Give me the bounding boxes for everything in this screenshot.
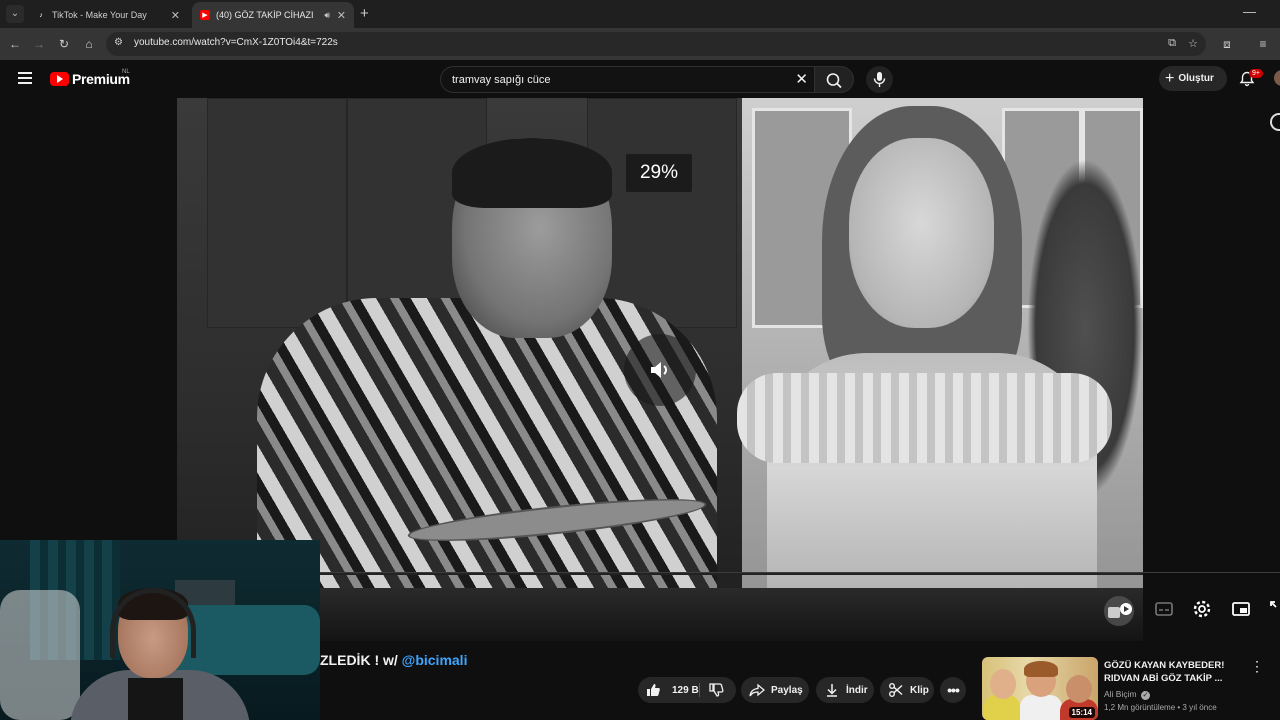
tiktok-icon: ♪ <box>39 11 43 19</box>
fullscreen-edge-icon[interactable] <box>1270 113 1280 131</box>
recommended-video-thumbnail[interactable]: 15:14 <box>982 657 1098 720</box>
volume-indicator <box>624 334 696 406</box>
clip-label: Klip <box>910 684 929 696</box>
scissors-icon <box>889 683 903 697</box>
settings-gear-icon[interactable] <box>1191 598 1213 620</box>
minimize-window-button[interactable]: — <box>1243 4 1256 19</box>
video-person-top <box>737 373 1112 463</box>
like-dislike-divider <box>699 683 700 697</box>
search-query: tramvay sapığı cüce <box>452 74 551 86</box>
dislike-button[interactable] <box>699 677 724 703</box>
youtube-premium-logo[interactable]: Premium NL <box>50 69 130 87</box>
like-dislike-group: 129 B <box>638 677 736 703</box>
menu-icon[interactable] <box>18 72 32 84</box>
channel-name: Ali Biçim <box>1104 689 1137 699</box>
search-button[interactable] <box>814 66 854 93</box>
url-text: youtube.com/watch?v=CmX-1Z0TOi4&t=722s <box>134 37 338 48</box>
divider <box>320 572 1280 573</box>
miniplayer-icon[interactable] <box>1230 598 1252 620</box>
tab-search-button[interactable]: ⌄ <box>6 5 24 23</box>
like-count: 129 B <box>672 684 699 696</box>
volume-icon <box>651 362 667 378</box>
new-tab-button[interactable]: + <box>360 5 369 23</box>
search-input[interactable]: tramvay sapığı cüce ✕ <box>440 66 814 93</box>
youtube-play-icon <box>50 72 69 86</box>
search-icon <box>826 73 842 89</box>
youtube-header: Premium NL tramvay sapığı cüce ✕ + Oluşt… <box>0 60 1280 98</box>
tab-title: (40) GÖZ TAKİP CİHAZI İLE <box>216 10 316 20</box>
youtube-favicon: ▶ <box>200 10 210 20</box>
video-person-face <box>849 138 994 328</box>
account-avatar[interactable] <box>1274 70 1280 86</box>
player-controls <box>1104 590 1280 630</box>
more-horizontal-icon: ••• <box>947 682 960 698</box>
subtitles-icon[interactable] <box>1153 598 1175 620</box>
video-title: ZLEDİK ! w/ @bicimali <box>320 652 467 668</box>
tab-title: TikTok - Make Your Day <box>52 10 147 20</box>
clip-button[interactable]: Klip <box>880 677 934 703</box>
thumbs-down-icon <box>709 683 724 697</box>
microphone-icon <box>873 72 886 87</box>
share-button[interactable]: Paylaş <box>741 677 809 703</box>
browser-tab-youtube[interactable]: ▶ (40) GÖZ TAKİP CİHAZI İLE 🔊︎ ✕ <box>192 2 354 28</box>
recommended-more-vertical-icon[interactable]: ⋮ <box>1250 659 1264 675</box>
thumbs-up-icon <box>647 684 660 696</box>
site-info-icon[interactable]: ⚙ <box>114 37 123 48</box>
browser-tab-tiktok[interactable]: ♪ TikTok - Make Your Day ✕ <box>28 2 188 28</box>
create-label: Oluştur <box>1178 73 1214 84</box>
close-tab-icon[interactable]: ✕ <box>171 9 180 22</box>
recommended-channel[interactable]: Ali Biçim ✓ <box>1104 689 1150 700</box>
bookmark-star-icon[interactable]: ☆ <box>1188 37 1198 50</box>
share-arrow-icon <box>749 683 765 697</box>
download-button[interactable]: İndir <box>816 677 874 703</box>
video-player[interactable]: 29% <box>177 98 1143 641</box>
download-icon <box>827 684 837 697</box>
home-icon[interactable]: ⌂ <box>80 35 98 53</box>
video-person-hair <box>452 138 612 208</box>
like-button[interactable]: 129 B <box>638 677 699 703</box>
video-duration: 15:14 <box>1068 707 1095 718</box>
country-code: NL <box>122 69 130 75</box>
more-actions-button[interactable]: ••• <box>940 677 966 703</box>
autoplay-toggle-icon[interactable] <box>1102 594 1136 628</box>
upload-age: 3 yıl önce <box>1182 703 1217 712</box>
share-label: Paylaş <box>771 684 803 696</box>
download-label: İndir <box>846 684 868 696</box>
media-control-icon[interactable]: ≡ <box>1254 35 1272 53</box>
create-button[interactable]: + Oluştur <box>1159 66 1227 91</box>
plus-icon: + <box>1165 69 1175 87</box>
voice-search-button[interactable] <box>866 66 893 93</box>
view-count: 1,2 Mn görüntüleme <box>1104 703 1176 712</box>
extensions-icon[interactable]: ⧈ <box>1218 35 1236 53</box>
clear-search-icon[interactable]: ✕ <box>795 70 808 88</box>
theater-mode-icon[interactable] <box>1268 598 1280 620</box>
close-tab-icon[interactable]: ✕ <box>337 9 346 22</box>
forward-arrow-icon[interactable]: → <box>30 35 48 53</box>
browser-tab-bar: ⌄ ♪ TikTok - Make Your Day ✕ ▶ (40) GÖZ … <box>0 0 1280 28</box>
video-table <box>177 588 1143 641</box>
address-bar[interactable]: ⚙ youtube.com/watch?v=CmX-1Z0TOi4&t=722s… <box>106 32 1206 56</box>
recommended-video-title[interactable]: GÖZÜ KAYAN KAYBEDER! RIDVAN ABİ GÖZ TAKİ… <box>1104 659 1234 685</box>
browser-toolbar: ← → ↻ ⌂ ⚙ youtube.com/watch?v=CmX-1Z0TOi… <box>0 28 1280 60</box>
speaker-tab-icon[interactable]: 🔊︎ <box>324 10 330 21</box>
recommended-meta: 1,2 Mn görüntüleme • 3 yıl önce <box>1104 703 1217 712</box>
back-arrow-icon[interactable]: ← <box>6 35 24 53</box>
streamer-webcam <box>0 540 320 720</box>
install-app-icon[interactable]: ⧉ <box>1168 37 1176 50</box>
channel-mention-link[interactable]: @bicimali <box>402 652 468 668</box>
reload-icon[interactable]: ↻ <box>55 35 73 53</box>
verified-check-icon: ✓ <box>1140 691 1150 700</box>
video-title-text: ZLEDİK ! w/ <box>320 652 402 668</box>
volume-percentage: 29% <box>626 154 692 192</box>
notification-badge: 9+ <box>1249 69 1263 78</box>
